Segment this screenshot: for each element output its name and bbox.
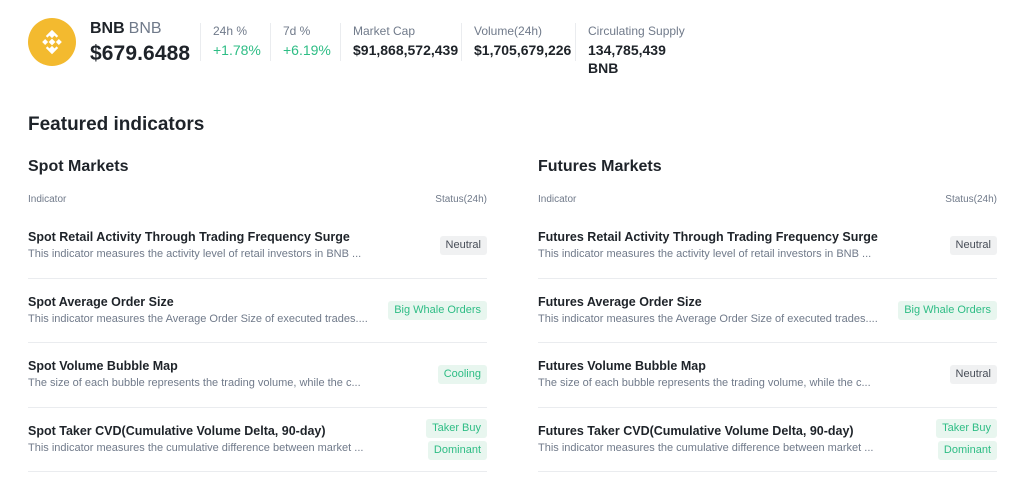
status-badge: Big Whale Orders [388,300,487,320]
stat-value: +1.78% [213,42,261,58]
indicator-row[interactable]: Spot Average Order Size This indicator m… [28,279,487,343]
column-header-indicator: Indicator [28,194,67,205]
indicator-description: This indicator measures the Average Orde… [28,312,368,325]
coin-symbol: BNB [90,19,125,37]
coin-price: $679.6488 [90,41,191,65]
status-badge: Neutral [949,236,997,256]
stat-label: Market Cap [353,24,416,38]
status-badge: Big Whale Orders [898,300,997,320]
indicator-description: This indicator measures the Average Orde… [538,312,878,325]
indicator-title: Futures Retail Activity Through Trading … [538,230,878,245]
stat-volume: Volume(24h) $1,705,679,226 [461,23,575,61]
stat-value: $1,705,679,226 [474,42,572,58]
indicator-title: Futures Volume Bubble Map [538,359,706,374]
status-badge: Taker Buy [936,418,997,438]
stat-7d: 7d % +6.19% [270,23,340,61]
column-header-status: Status(24h) [435,194,487,205]
futures-markets-section: Futures Markets Indicator Status(24h) Fu… [538,156,997,472]
section-title: Futures Markets [538,158,662,175]
stat-24h: 24h % +1.78% [200,23,270,61]
indicator-title: Spot Retail Activity Through Trading Fre… [28,230,350,245]
indicator-description: This indicator measures the cumulative d… [538,441,874,454]
indicator-row[interactable]: Spot Retail Activity Through Trading Fre… [28,214,487,279]
indicator-row[interactable]: Spot Taker CVD(Cumulative Volume Delta, … [28,408,487,472]
status-badge: Neutral [439,236,487,256]
status-badge: Dominant [427,440,487,460]
coin-name-block: BNB BNB $679.6488 [90,19,200,66]
indicator-title: Spot Average Order Size [28,294,174,309]
stat-label: 7d % [283,24,311,38]
indicator-row[interactable]: Futures Taker CVD(Cumulative Volume Delt… [538,408,997,472]
status-badge: Dominant [937,440,997,460]
indicator-row[interactable]: Futures Volume Bubble Map The size of ea… [538,343,997,408]
stat-value: 134,785,439 BNB [588,42,666,76]
indicator-title: Spot Taker CVD(Cumulative Volume Delta, … [28,423,326,438]
column-header-status: Status(24h) [945,194,997,205]
table-header: Indicator Status(24h) [28,194,487,208]
status-badge: Taker Buy [426,418,487,438]
status-badge: Neutral [949,365,997,385]
status-badge-stack: Taker Buy Dominant [936,418,997,460]
coin-pair: BNB [128,19,162,37]
indicator-description: This indicator measures the activity lev… [28,248,362,261]
indicator-description: The size of each bubble represents the t… [28,377,361,390]
featured-indicators-title: Featured indicators [28,114,205,135]
indicator-title: Futures Average Order Size [538,294,702,309]
stat-label: Circulating Supply [588,24,685,38]
indicator-row[interactable]: Futures Average Order Size This indicato… [538,279,997,343]
indicator-row[interactable]: Futures Retail Activity Through Trading … [538,214,997,279]
stat-circulating-supply: Circulating Supply 134,785,439 BNB [575,23,705,76]
stat-value: +6.19% [283,42,331,58]
status-badge: Cooling [437,365,487,385]
bnb-logo-icon [28,18,76,66]
spot-markets-section: Spot Markets Indicator Status(24h) Spot … [28,156,487,472]
section-title: Spot Markets [28,158,129,175]
stat-label: Volume(24h) [474,24,543,38]
indicator-title: Spot Volume Bubble Map [28,359,178,374]
stat-value: $91,868,572,439 [353,42,459,58]
stat-label: 24h % [213,24,248,38]
coin-header: BNB BNB $679.6488 24h % +1.78% 7d % +6.19… [28,14,705,76]
indicator-row[interactable]: Spot Volume Bubble Map The size of each … [28,343,487,408]
stat-market-cap: Market Cap $91,868,572,439 [340,23,461,61]
indicator-description: The size of each bubble represents the t… [538,377,871,390]
table-header: Indicator Status(24h) [538,194,997,208]
status-badge-stack: Taker Buy Dominant [426,418,487,460]
column-header-indicator: Indicator [538,194,577,205]
indicator-title: Futures Taker CVD(Cumulative Volume Delt… [538,423,854,438]
indicator-description: This indicator measures the cumulative d… [28,441,364,454]
indicator-description: This indicator measures the activity lev… [538,248,872,261]
